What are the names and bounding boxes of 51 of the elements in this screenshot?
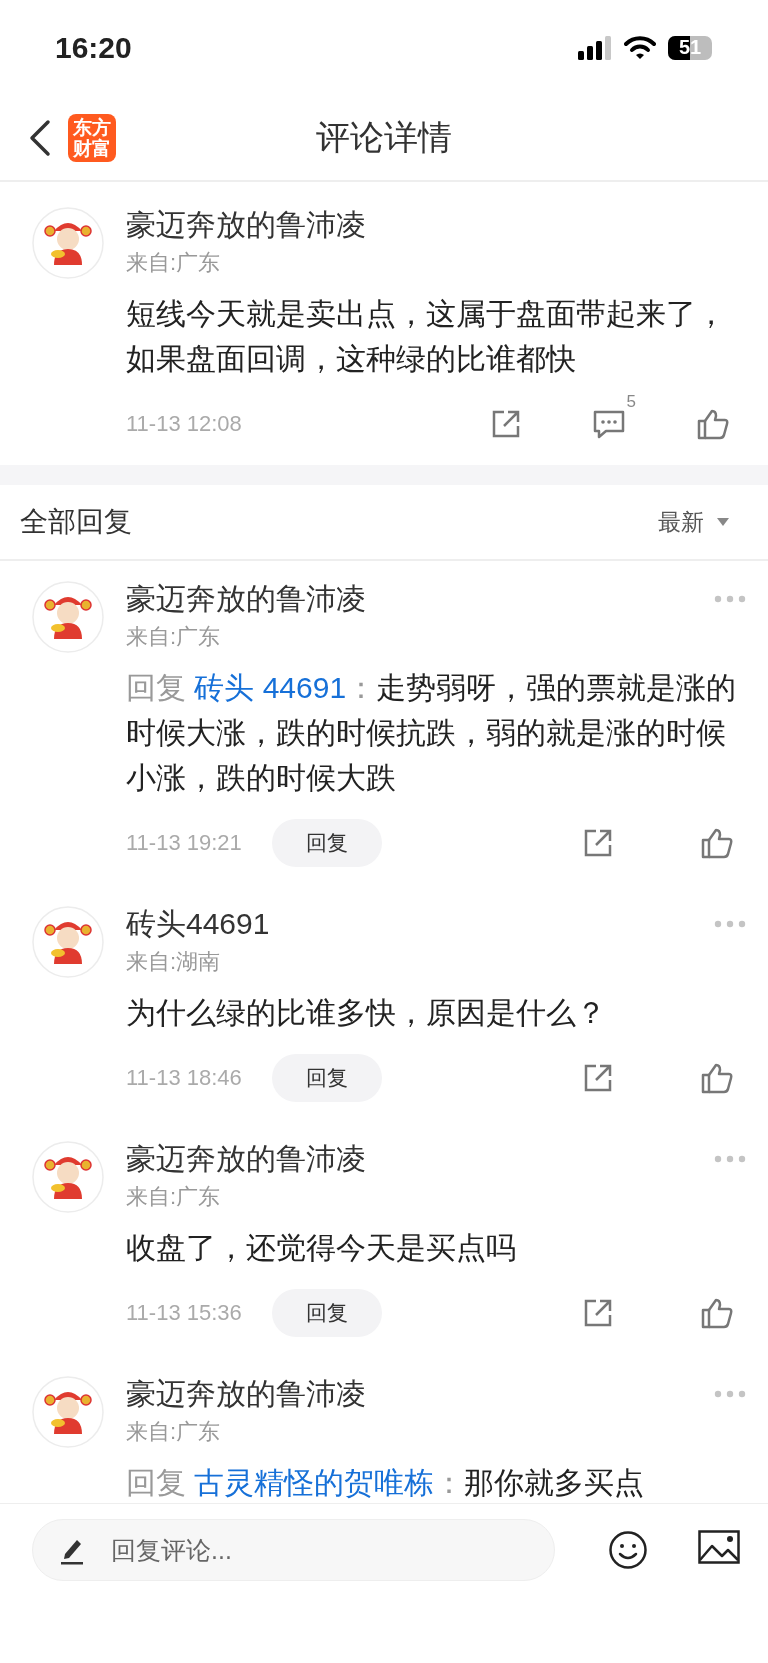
signal-icon (578, 35, 612, 60)
comment-text: 为什么绿的比谁多快，原因是什么？ (126, 995, 607, 1031)
thumbs-up-icon[interactable] (700, 827, 734, 859)
share-icon[interactable] (582, 827, 614, 859)
share-icon[interactable] (582, 1297, 614, 1329)
location-label: 来自:广东 (126, 623, 222, 651)
post-time: 11-13 19:21 (126, 830, 242, 856)
thumbs-up-icon[interactable] (700, 1297, 734, 1329)
page-title: 评论详情 (316, 116, 452, 158)
caret-icon (716, 517, 730, 527)
author-name[interactable]: 豪迈奔放的鲁沛凌 (126, 578, 366, 620)
thumbs-up-icon[interactable] (700, 1062, 734, 1094)
location-label: 来自:广东 (126, 1183, 222, 1211)
avatar (32, 207, 104, 279)
author-name[interactable]: 豪迈奔放的鲁沛凌 (126, 1138, 366, 1180)
image-icon[interactable] (698, 1530, 740, 1564)
post-time: 11-13 18:46 (126, 1065, 242, 1091)
post-time: 11-13 12:08 (126, 411, 242, 437)
avatar (32, 581, 104, 653)
author-name[interactable]: 豪迈奔放的鲁沛凌 (126, 1373, 366, 1415)
post-time: 11-13 15:36 (126, 1300, 242, 1326)
battery-level: 51 (678, 36, 702, 59)
emoji-icon[interactable] (608, 1530, 648, 1570)
reply-button[interactable]: 回复 (271, 1054, 382, 1102)
comment-input[interactable]: 回复评论... (32, 1519, 555, 1581)
reply-count: 5 (626, 392, 636, 412)
user-link[interactable]: 古灵精怪的贺唯栋 (194, 1466, 435, 1499)
section-title: 全部回复 (20, 505, 132, 539)
status-time: 16:20 (55, 30, 132, 65)
reply-button[interactable]: 回复 (271, 1289, 382, 1337)
location-label: 来自:广东 (126, 249, 222, 277)
author-name[interactable]: 豪迈奔放的鲁沛凌 (126, 204, 366, 246)
avatar (32, 906, 104, 978)
comment-text: 收盘了，还觉得今天是买点吗 (126, 1230, 517, 1266)
location-label: 来自:广东 (126, 1418, 222, 1446)
thumbs-up-icon[interactable] (696, 408, 730, 440)
comment-text: 回复 古灵精怪的贺唯栋：那你就多买点 (126, 1465, 646, 1501)
reply-button[interactable]: 回复 (271, 819, 382, 867)
author-name[interactable]: 砖头44691 (126, 903, 270, 945)
back-icon[interactable] (28, 117, 52, 158)
wifi-icon (624, 35, 656, 60)
sort-dropdown[interactable]: 最新 (658, 506, 730, 538)
location-label: 来自:湖南 (126, 948, 222, 976)
comment-icon[interactable] (592, 408, 626, 440)
avatar (32, 1141, 104, 1213)
user-link[interactable]: 砖头 44691 (194, 671, 347, 704)
share-icon[interactable] (490, 408, 522, 440)
comment-text: 回复 砖头 44691：走势弱呀，强的票就是涨的时候大涨，跌的时候抗跌，弱的就是涨的时候小涨，跌的时候大跌 (126, 670, 738, 796)
comment-text: 短线今天就是卖出点，这属于盘面带起来了，如果盘面回调，这种绿的比谁都快 (126, 296, 727, 377)
share-icon[interactable] (582, 1062, 614, 1094)
avatar (32, 1376, 104, 1448)
